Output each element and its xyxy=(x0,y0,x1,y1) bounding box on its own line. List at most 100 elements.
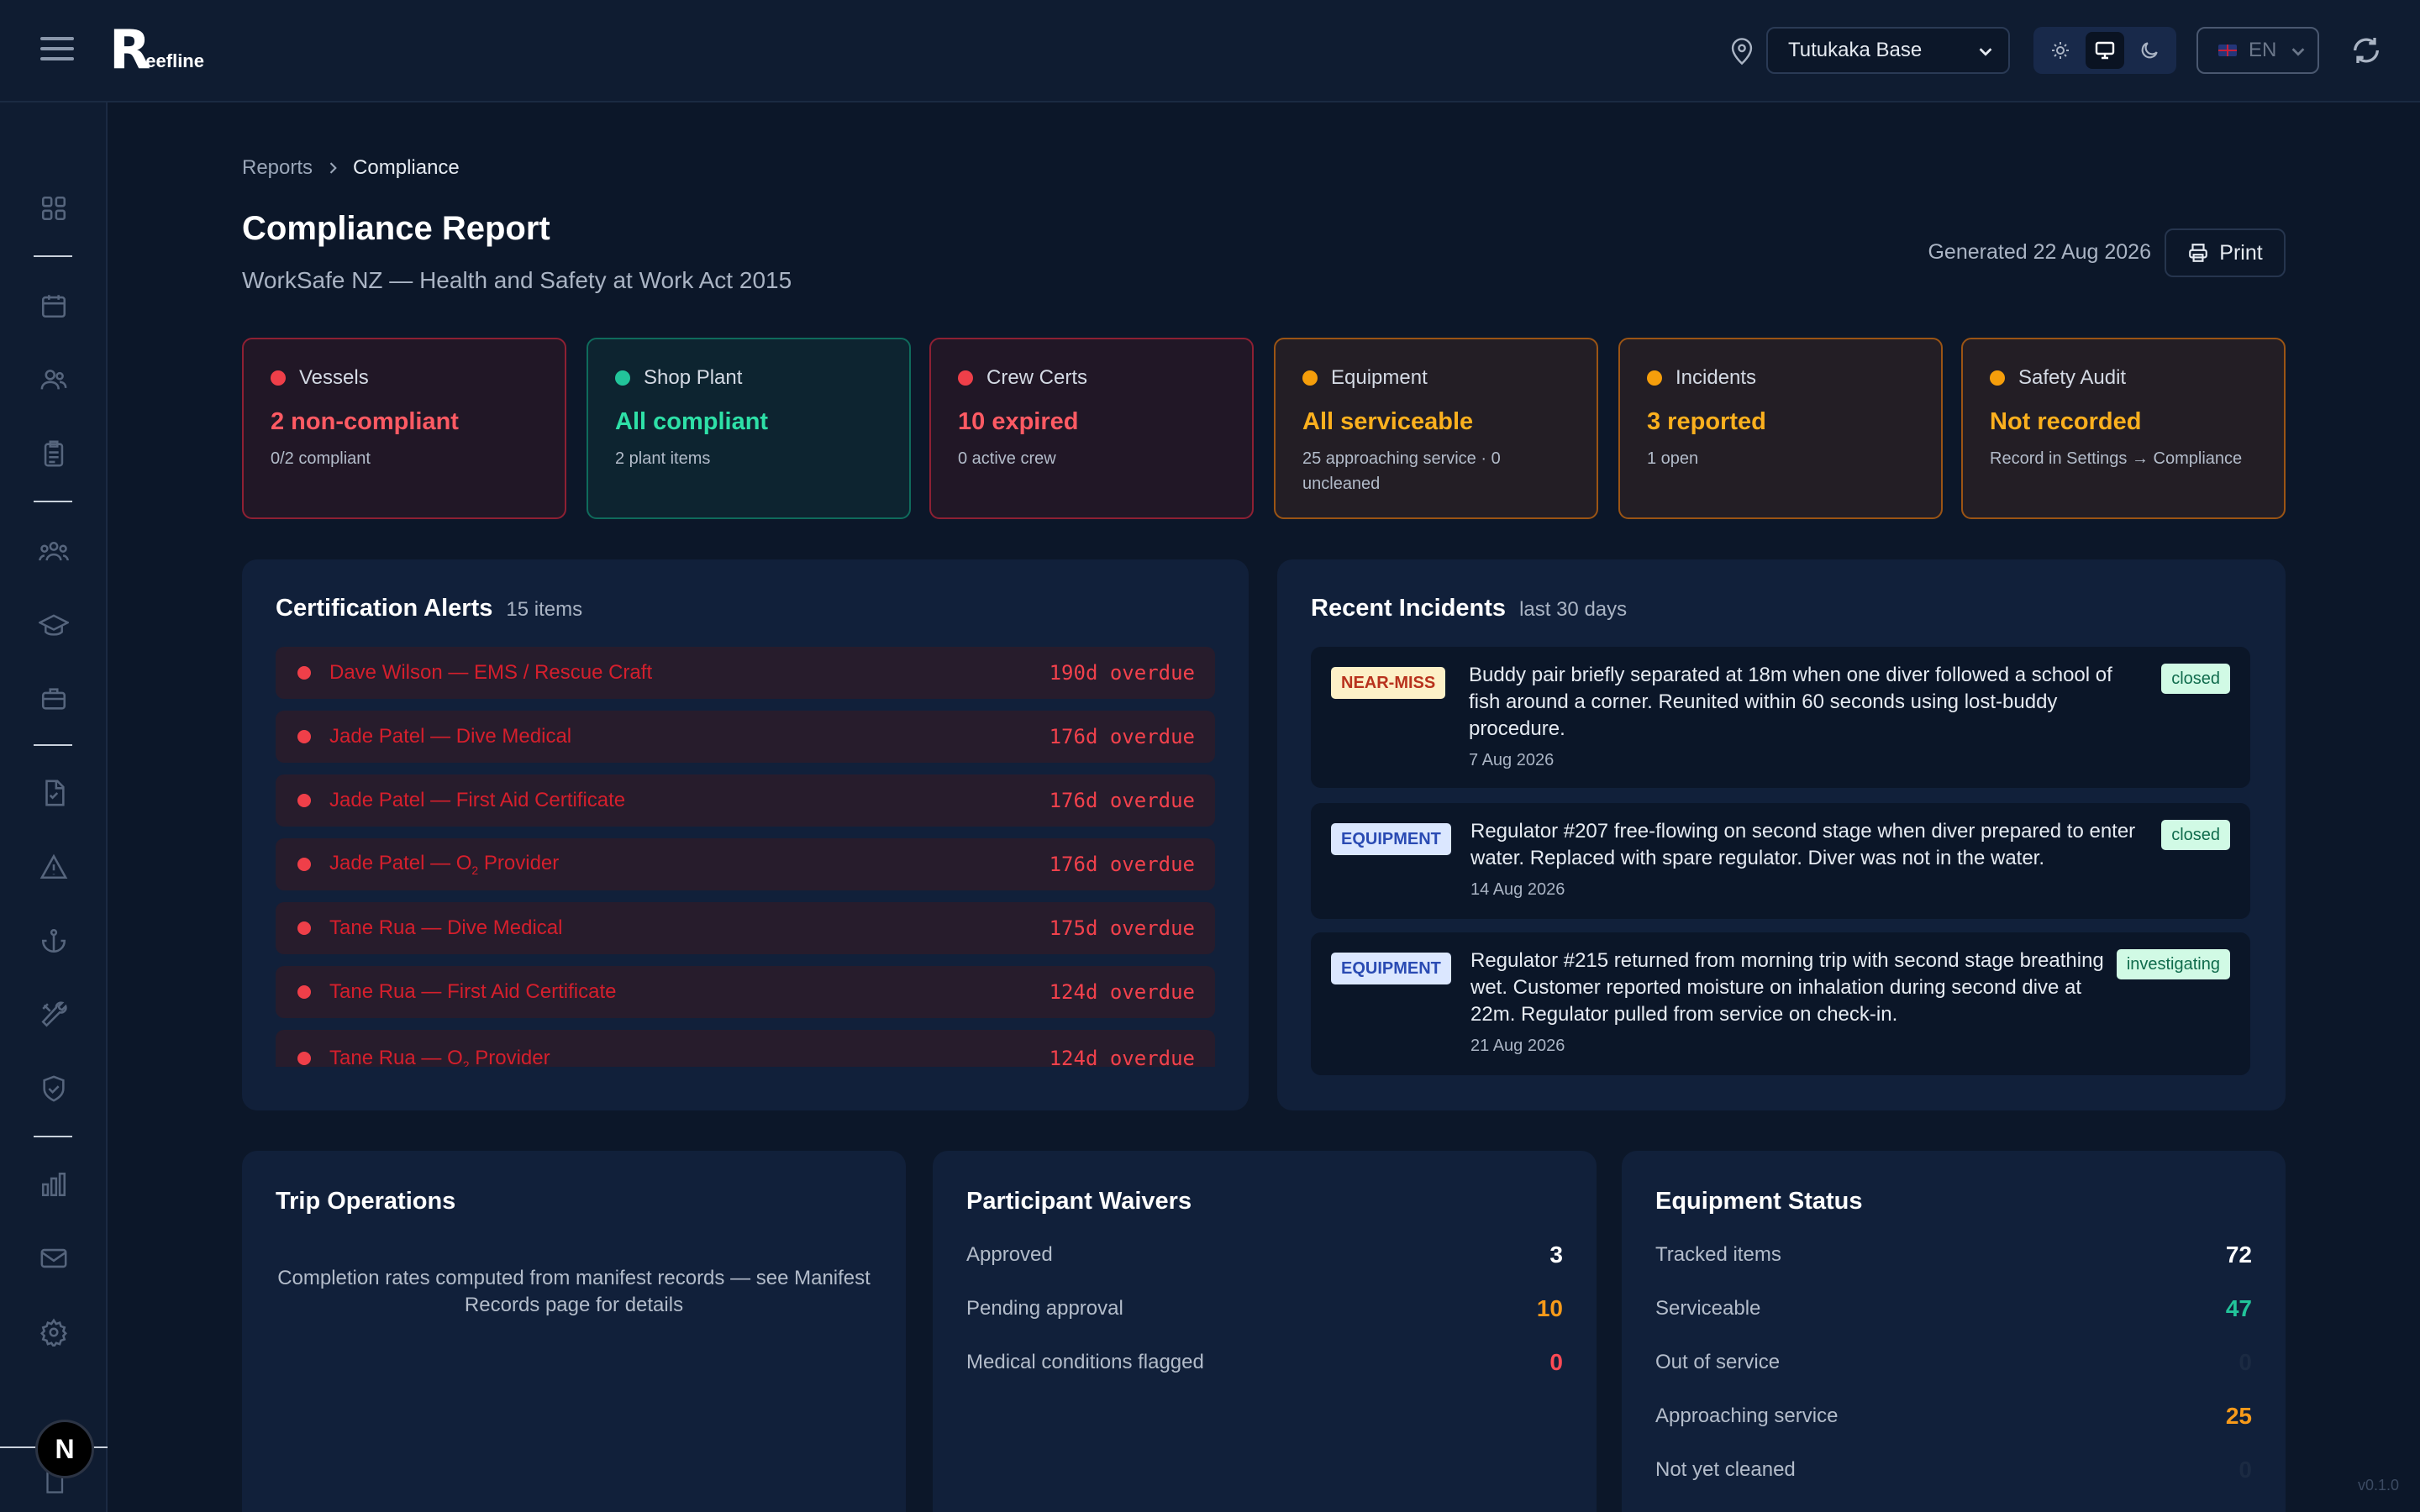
cert-alert-row[interactable]: Tane Rua — First Aid Certificate 124d ov… xyxy=(276,966,1215,1018)
alert-dot xyxy=(297,858,311,871)
shop-plant-status-card[interactable]: Shop Plant All compliant 2 plant items xyxy=(587,338,911,519)
alert-dot xyxy=(297,985,311,999)
cert-alert-name-subscript: 2 xyxy=(462,1058,470,1067)
print-button[interactable]: Print xyxy=(2165,228,2286,277)
cert-alert-overdue: 124d overdue xyxy=(1049,1047,1195,1067)
anchor-icon[interactable] xyxy=(37,924,71,958)
breadcrumb-current: Compliance xyxy=(353,156,460,179)
sun-icon xyxy=(2052,42,2070,59)
logo[interactable]: R eefline xyxy=(109,19,204,81)
alert-dot xyxy=(297,921,311,935)
stat-label: Serviceable xyxy=(1655,1297,1761,1320)
language-value: EN xyxy=(2249,39,2277,61)
stat-row: Tracked items 72 xyxy=(1655,1238,2252,1272)
location-pin-icon xyxy=(1731,38,1753,66)
page-subtitle: WorkSafe NZ — Health and Safety at Work … xyxy=(242,267,792,293)
incident-type-badge: EQUIPMENT xyxy=(1331,953,1451,984)
incident-card[interactable]: NEAR-MISS Buddy pair briefly separated a… xyxy=(1311,647,2250,788)
stat-value: 10 xyxy=(1536,1295,1563,1321)
incident-description: Regulator #215 returned from morning tri… xyxy=(1470,949,2104,1026)
cert-alert-name: Tane Rua — Dive Medical xyxy=(329,916,563,939)
equipment-status-card[interactable]: Equipment All serviceable 25 approaching… xyxy=(1274,338,1598,519)
cert-alert-row[interactable]: Dave Wilson — EMS / Rescue Craft 190d ov… xyxy=(276,647,1215,699)
menu-icon[interactable] xyxy=(40,37,74,64)
status-dot xyxy=(958,370,973,386)
chart-icon[interactable] xyxy=(37,1168,71,1201)
card-value: 2 non-compliant xyxy=(271,408,459,435)
customers-icon[interactable] xyxy=(37,363,71,396)
breadcrumb: Reports Compliance xyxy=(242,156,460,180)
sidebar-divider xyxy=(34,744,72,746)
dashboard-icon[interactable] xyxy=(37,192,71,225)
calendar-icon[interactable] xyxy=(37,289,71,323)
incident-card[interactable]: EQUIPMENT Regulator #207 free-flowing on… xyxy=(1311,803,2250,919)
safety-audit-status-card[interactable]: Safety Audit Not recorded Record in Sett… xyxy=(1961,338,2286,519)
cert-alert-name: Jade Patel — First Aid Certificate xyxy=(329,789,626,811)
logo-letter: R xyxy=(109,19,150,81)
breadcrumb-reports-link[interactable]: Reports xyxy=(242,156,313,180)
base-select[interactable]: Tutukaka Base xyxy=(1766,27,2010,74)
shield-icon[interactable] xyxy=(37,1072,71,1105)
cert-alert-overdue: 176d overdue xyxy=(1049,789,1195,812)
uk-flag-icon xyxy=(2218,45,2237,56)
card-value: 10 expired xyxy=(958,408,1079,435)
crew-certs-status-card[interactable]: Crew Certs 10 expired 0 active crew xyxy=(929,338,1254,519)
refresh-icon[interactable] xyxy=(2349,34,2383,67)
incident-card[interactable]: EQUIPMENT Regulator #215 returned from m… xyxy=(1311,932,2250,1075)
chevron-down-icon xyxy=(2291,48,2305,56)
warning-icon[interactable] xyxy=(37,850,71,884)
dark-theme-button[interactable] xyxy=(2130,32,2169,69)
cert-alert-row[interactable]: Jade Patel — First Aid Certificate 176d … xyxy=(276,774,1215,827)
incident-date: 21 Aug 2026 xyxy=(1470,1037,1565,1055)
incidents-status-card[interactable]: Incidents 3 reported 1 open xyxy=(1618,338,1943,519)
courses-icon[interactable] xyxy=(37,608,71,642)
card-value: 3 reported xyxy=(1647,408,1766,435)
stat-value: 3 xyxy=(1549,1242,1563,1268)
crew-icon[interactable] xyxy=(37,534,71,568)
light-theme-button[interactable] xyxy=(2041,32,2080,69)
chevron-right-icon xyxy=(329,162,337,174)
incident-date: 7 Aug 2026 xyxy=(1469,751,1555,769)
card-note: Record in Settings → Compliance xyxy=(1990,449,2243,468)
stat-value: 47 xyxy=(2225,1295,2252,1321)
card-label: Crew Certs xyxy=(986,366,1088,389)
cert-alert-overdue: 176d overdue xyxy=(1049,725,1195,748)
cert-alert-row[interactable]: Tane Rua — O2 Provider 124d overdue xyxy=(276,1030,1215,1067)
settings-icon[interactable] xyxy=(37,1315,71,1349)
card-note: 25 approaching service · 0 uncleaned xyxy=(1302,449,1501,493)
stat-value: 0 xyxy=(2238,1349,2252,1375)
card-value: All compliant xyxy=(615,408,769,435)
stat-label: Not yet cleaned xyxy=(1655,1458,1796,1481)
briefcase-icon[interactable] xyxy=(37,682,71,716)
incident-type-badge: EQUIPMENT xyxy=(1331,823,1451,855)
vessels-status-card[interactable]: Vessels 2 non-compliant 0/2 compliant xyxy=(242,338,566,519)
stat-value: 25 xyxy=(2225,1403,2252,1429)
tools-icon[interactable] xyxy=(37,998,71,1032)
incident-description: Regulator #207 free-flowing on second st… xyxy=(1470,820,2136,869)
cert-alerts-title: Certification Alerts xyxy=(276,595,493,622)
cert-alert-row[interactable]: Jade Patel — Dive Medical 176d overdue xyxy=(276,711,1215,763)
mail-icon[interactable] xyxy=(37,1242,71,1275)
monitor-icon xyxy=(2095,41,2115,60)
cert-alert-row[interactable]: Tane Rua — Dive Medical 175d overdue xyxy=(276,902,1215,954)
stat-label: Out of service xyxy=(1655,1351,1781,1373)
cert-alert-name-suffix: Provider xyxy=(478,852,560,875)
cert-alert-name: Jade Patel — Dive Medical xyxy=(329,725,572,748)
sidebar-divider xyxy=(34,1136,72,1137)
sidebar xyxy=(0,102,108,1512)
card-label: Safety Audit xyxy=(2018,366,2127,389)
page-title: Compliance Report xyxy=(242,210,550,247)
alert-dot xyxy=(297,730,311,743)
print-label: Print xyxy=(2219,240,2263,265)
cert-alert-row[interactable]: Jade Patel — O2 Provider 176d overdue xyxy=(276,838,1215,890)
dev-tools-badge[interactable]: N xyxy=(35,1420,94,1478)
cert-alert-name-suffix: Provider xyxy=(469,1047,550,1067)
incident-date: 14 Aug 2026 xyxy=(1470,880,1565,899)
document-check-icon[interactable] xyxy=(37,776,71,810)
incidents-range: last 30 days xyxy=(1519,598,1628,621)
language-select[interactable]: EN xyxy=(2196,27,2319,74)
card-note: 0 active crew xyxy=(958,449,1056,468)
clipboard-icon[interactable] xyxy=(37,437,71,470)
printer-icon xyxy=(2189,244,2208,262)
system-theme-button[interactable] xyxy=(2085,32,2124,69)
